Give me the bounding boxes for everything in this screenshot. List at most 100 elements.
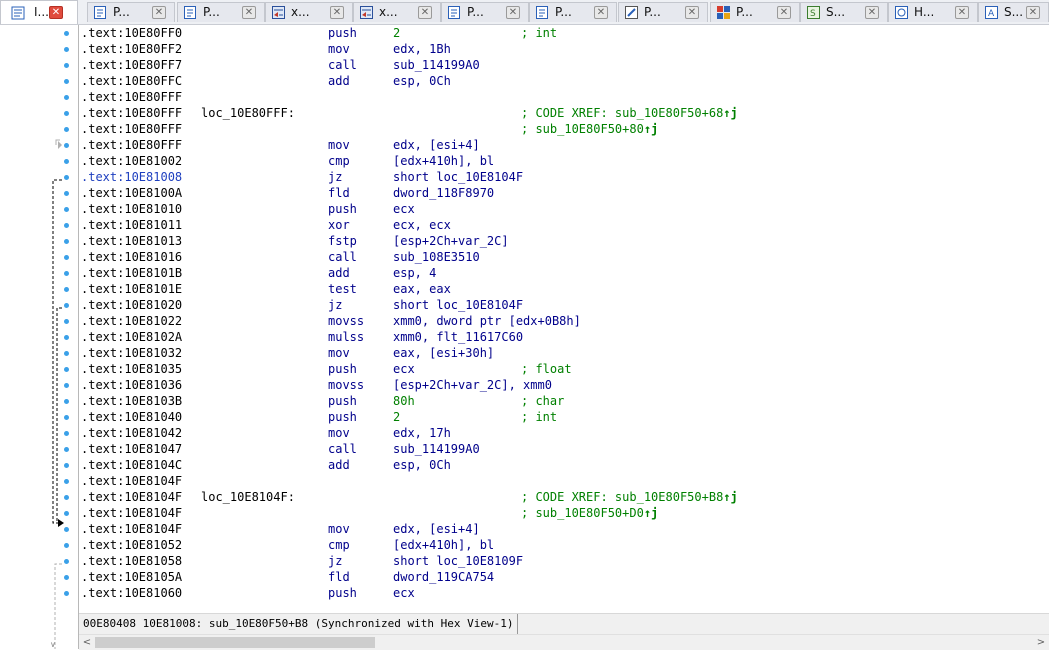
breakpoint-dot[interactable] [64,463,69,468]
breakpoint-dot[interactable] [64,239,69,244]
listing-row[interactable]: .text:10E81040 push 2 ; int [81,409,1049,425]
tab-1[interactable]: P... ✕ [87,2,175,22]
listing-row[interactable]: .text:10E81032 mov eax, [esi+30h] [81,345,1049,361]
breakpoint-dot[interactable] [64,399,69,404]
operands[interactable]: dword_118F8970 [393,185,494,201]
tab-11[interactable]: A S... ✕ [978,2,1049,22]
breakpoint-dot[interactable] [64,287,69,292]
operands[interactable]: edx, [esi+4] [393,521,480,537]
close-icon[interactable]: ✕ [152,6,166,19]
breakpoint-dot[interactable] [64,415,69,420]
operands[interactable]: dword_119CA754 [393,569,494,585]
close-icon[interactable]: ✕ [330,6,344,19]
operands[interactable]: short loc_10E8104F [393,297,523,313]
listing-row[interactable]: .text:10E80FF2 mov edx, 1Bh [81,41,1049,57]
listing-row[interactable]: .text:10E8104F loc_10E8104F: ; CODE XREF: … [81,489,1049,505]
tab-2[interactable]: P... ✕ [177,2,265,22]
listing-row[interactable]: .text:10E80FF0 push 2 ; int [81,25,1049,41]
operands[interactable]: 2 [393,25,400,41]
operands[interactable]: 2 [393,409,400,425]
close-icon[interactable]: ✕ [955,6,969,19]
breakpoint-dot[interactable] [64,31,69,36]
listing-row[interactable]: .text:10E81060 push ecx [81,585,1049,601]
breakpoint-dot[interactable] [64,495,69,500]
listing-row[interactable]: .text:10E8101E test eax, eax [81,281,1049,297]
listing-row[interactable]: .text:10E81042 mov edx, 17h [81,425,1049,441]
listing-row[interactable]: .text:10E81011 xor ecx, ecx [81,217,1049,233]
operands[interactable]: xmm0, flt_11617C60 [393,329,523,345]
listing-row[interactable]: .text:10E81002 cmp [edx+410h], bl [81,153,1049,169]
operands[interactable]: esp, 0Ch [393,73,451,89]
code-label[interactable]: loc_10E80FFF: [201,105,295,121]
listing-row[interactable]: .text:10E81016 call sub_108E3510 [81,249,1049,265]
operands[interactable]: [esp+2Ch+var_2C], xmm0 [393,377,552,393]
listing-row[interactable]: .text:10E8101B add esp, 4 [81,265,1049,281]
breakpoint-dot[interactable] [64,47,69,52]
operands[interactable]: eax, [esi+30h] [393,345,494,361]
breakpoint-dot[interactable] [64,527,69,532]
operands[interactable]: ecx [393,585,415,601]
close-icon[interactable]: ✕ [418,6,432,19]
operands[interactable]: edx, [esi+4] [393,137,480,153]
close-icon[interactable]: ✕ [242,6,256,19]
listing-row[interactable]: .text:10E8102A mulss xmm0, flt_11617C60 [81,329,1049,345]
tab-4[interactable]: x... ✕ [353,2,441,22]
breakpoint-dot[interactable] [64,207,69,212]
breakpoint-dot[interactable] [64,367,69,372]
close-icon[interactable]: ✕ [49,6,63,19]
xref-up-arrow[interactable]: ↑j [644,122,658,136]
breakpoint-dot[interactable] [64,351,69,356]
breakpoint-dot[interactable] [64,303,69,308]
operands[interactable]: edx, 1Bh [393,41,451,57]
operands[interactable]: [edx+410h], bl [393,153,494,169]
operands[interactable]: esp, 4 [393,265,436,281]
breakpoint-dot[interactable] [64,559,69,564]
listing-row[interactable]: .text:10E81008 jz short loc_10E8104F [81,169,1049,185]
operands[interactable]: sub_114199A0 [393,57,480,73]
operands[interactable]: ecx [393,201,415,217]
operands[interactable]: esp, 0Ch [393,457,451,473]
breakpoint-dot[interactable] [64,319,69,324]
listing-row[interactable]: .text:10E80FFF mov edx, [esi+4] [81,137,1049,153]
horizontal-scrollbar[interactable]: < > [79,634,1049,650]
breakpoint-dot[interactable] [64,175,69,180]
listing-row[interactable]: .text:10E8104F ; sub_10E80F50+D0↑j [81,505,1049,521]
tab-10[interactable]: H... ✕ [888,2,978,22]
scroll-thumb[interactable] [95,637,375,648]
breakpoint-dot[interactable] [64,543,69,548]
listing-row[interactable]: .text:10E80FF7 call sub_114199A0 [81,57,1049,73]
breakpoint-dot[interactable] [64,511,69,516]
scroll-down-icon[interactable]: ∨ [50,640,56,649]
listing-row[interactable]: .text:10E80FFF ; sub_10E80F50+80↑j [81,121,1049,137]
operands[interactable]: sub_108E3510 [393,249,480,265]
operands[interactable]: sub_114199A0 [393,441,480,457]
breakpoint-dot[interactable] [64,191,69,196]
listing-row[interactable]: .text:10E8104F mov edx, [esi+4] [81,521,1049,537]
breakpoint-dot[interactable] [64,63,69,68]
breakpoint-dot[interactable] [64,575,69,580]
tab-5[interactable]: P... ✕ [441,2,529,22]
listing-row[interactable]: .text:10E81020 jz short loc_10E8104F [81,297,1049,313]
breakpoint-dot[interactable] [64,479,69,484]
close-icon[interactable]: ✕ [865,6,879,19]
tab-0[interactable]: I... ✕ [0,0,78,24]
close-icon[interactable]: ✕ [685,6,699,19]
breakpoint-dot[interactable] [64,223,69,228]
breakpoint-dot[interactable] [64,79,69,84]
breakpoint-dot[interactable] [64,143,69,148]
tab-6[interactable]: P... ✕ [529,2,617,22]
breakpoint-dot[interactable] [64,335,69,340]
operands[interactable]: short loc_10E8104F [393,169,523,185]
scroll-right-icon[interactable]: > [1033,635,1049,650]
close-icon[interactable]: ✕ [1026,6,1040,19]
listing-row[interactable]: .text:10E8104F [81,473,1049,489]
listing-row[interactable]: .text:10E8104C add esp, 0Ch [81,457,1049,473]
operands[interactable]: edx, 17h [393,425,451,441]
listing-row[interactable]: .text:10E81013 fstp [esp+2Ch+var_2C] [81,233,1049,249]
listing-row[interactable]: .text:10E80FFF loc_10E80FFF: ; CODE XREF: … [81,105,1049,121]
listing-row[interactable]: .text:10E8105A fld dword_119CA754 [81,569,1049,585]
breakpoint-dot[interactable] [64,271,69,276]
listing-row[interactable]: .text:10E81058 jz short loc_10E8109F [81,553,1049,569]
breakpoint-dot[interactable] [64,383,69,388]
close-icon[interactable]: ✕ [777,6,791,19]
